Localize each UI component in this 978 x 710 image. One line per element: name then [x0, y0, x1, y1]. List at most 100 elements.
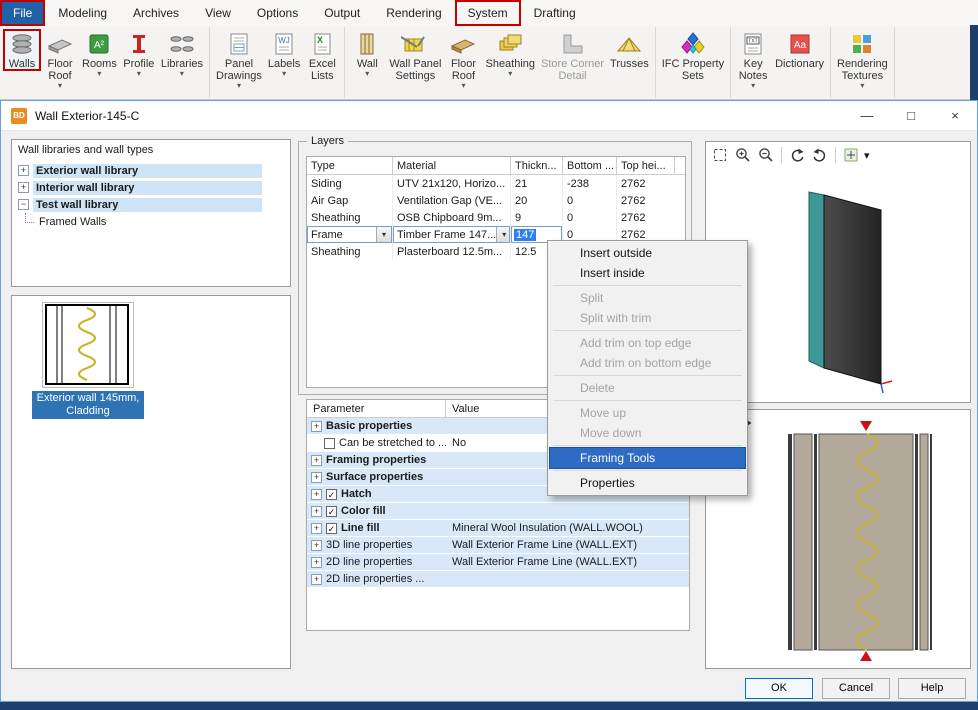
- libraries-button[interactable]: Libraries ▾: [158, 29, 206, 79]
- column-header[interactable]: Bottom ...: [563, 157, 617, 174]
- column-header[interactable]: Thickn...: [511, 157, 563, 174]
- labels-button[interactable]: WJ Labels ▾: [265, 29, 303, 79]
- column-header[interactable]: Material: [393, 157, 511, 174]
- tree-item-framed-walls[interactable]: Framed Walls: [12, 213, 290, 230]
- rotate-right-icon[interactable]: [810, 145, 830, 165]
- layer-top-cell[interactable]: 2762: [617, 192, 675, 209]
- parameter-row[interactable]: +✓Color fill: [307, 503, 689, 520]
- layer-type-cell[interactable]: Sheathing: [307, 209, 393, 226]
- layer-material-cell[interactable]: OSB Chipboard 9m...: [393, 209, 511, 226]
- ctx-add-trim-on-top-edge[interactable]: Add trim on top edge: [550, 333, 745, 353]
- column-header[interactable]: Top hei...: [617, 157, 675, 174]
- tree-item-interior-wall-library[interactable]: + Interior wall library: [12, 179, 290, 196]
- wall-panel-settings-button[interactable]: Wall Panel Settings: [386, 29, 444, 83]
- close-icon[interactable]: ×: [933, 101, 977, 131]
- ctx-properties[interactable]: Properties: [550, 473, 745, 493]
- expand-icon[interactable]: +: [311, 455, 322, 466]
- tree-item-test-wall-library[interactable]: − Test wall library: [12, 196, 290, 213]
- layer-thickness-cell[interactable]: 21: [511, 175, 563, 192]
- ctx-insert-inside[interactable]: Insert inside: [550, 263, 745, 283]
- chevron-down-icon[interactable]: ▾: [864, 149, 870, 162]
- layer-top-cell[interactable]: 2762: [617, 209, 675, 226]
- dictionary-button[interactable]: Aa Dictionary: [772, 29, 827, 71]
- table-row[interactable]: Air Gap Ventilation Gap (VE... 20 0 2762: [307, 192, 685, 209]
- expand-icon[interactable]: +: [18, 182, 29, 193]
- ctx-move-up[interactable]: Move up: [550, 403, 745, 423]
- layer-material-cell[interactable]: UTV 21x120, Horizo...: [393, 175, 511, 192]
- expand-icon[interactable]: +: [18, 165, 29, 176]
- rotate-left-icon[interactable]: [787, 145, 807, 165]
- layer-material-combobox[interactable]: Timber Frame 147... ▾: [393, 226, 510, 243]
- ctx-framing-tools[interactable]: Framing Tools: [550, 448, 745, 468]
- menu-modeling[interactable]: Modeling: [45, 0, 120, 26]
- chevron-down-icon[interactable]: ▾: [376, 227, 391, 242]
- checkbox-checked[interactable]: ✓: [326, 506, 337, 517]
- collapse-icon[interactable]: −: [18, 199, 29, 210]
- menu-options[interactable]: Options: [244, 0, 311, 26]
- store-corner-detail-button[interactable]: Store Corner Detail: [538, 29, 607, 83]
- column-header[interactable]: Parameter: [307, 400, 446, 417]
- ok-button[interactable]: OK: [745, 678, 813, 699]
- expand-icon[interactable]: +: [311, 421, 322, 432]
- floor-roof-settings-button[interactable]: Floor Roof ▾: [444, 29, 482, 91]
- menu-view[interactable]: View: [192, 0, 244, 26]
- profile-button[interactable]: Profile ▾: [120, 29, 158, 79]
- layer-type-cell[interactable]: Siding: [307, 175, 393, 192]
- trusses-button[interactable]: Trusses: [607, 29, 652, 71]
- checkbox-checked[interactable]: ✓: [326, 489, 337, 500]
- chevron-down-icon[interactable]: ▾: [496, 227, 510, 242]
- ctx-delete[interactable]: Delete: [550, 378, 745, 398]
- expand-icon[interactable]: +: [311, 574, 322, 585]
- maximize-icon[interactable]: □: [889, 101, 933, 131]
- help-button[interactable]: Help: [898, 678, 966, 699]
- layer-bottom-cell[interactable]: 0: [563, 192, 617, 209]
- parameter-row[interactable]: +3D line properties Wall Exterior Frame …: [307, 537, 689, 554]
- ctx-add-trim-on-bottom-edge[interactable]: Add trim on bottom edge: [550, 353, 745, 373]
- menu-output[interactable]: Output: [311, 0, 373, 26]
- layer-material-cell[interactable]: Ventilation Gap (VE...: [393, 192, 511, 209]
- layer-type-cell[interactable]: Sheathing: [307, 243, 393, 260]
- rooms-button[interactable]: A² Rooms ▾: [79, 29, 120, 79]
- cancel-button[interactable]: Cancel: [822, 678, 890, 699]
- panel-drawings-button[interactable]: Panel Drawings ▾: [213, 29, 265, 91]
- wall-section-drawing[interactable]: [736, 410, 971, 668]
- table-row[interactable]: Sheathing OSB Chipboard 9m... 9 0 2762: [307, 209, 685, 226]
- zoom-extents-icon[interactable]: [710, 145, 730, 165]
- column-header[interactable]: Value: [446, 403, 485, 415]
- minimize-icon[interactable]: —: [845, 101, 889, 131]
- parameter-row[interactable]: +✓Line fill Mineral Wool Insulation (WAL…: [307, 520, 689, 537]
- menu-drafting[interactable]: Drafting: [521, 0, 589, 26]
- menu-rendering[interactable]: Rendering: [373, 0, 454, 26]
- ctx-split[interactable]: Split: [550, 288, 745, 308]
- floor-roof-button[interactable]: Floor Roof ▾: [41, 29, 79, 91]
- menu-system[interactable]: System: [455, 0, 521, 26]
- walls-button[interactable]: Walls: [3, 29, 41, 71]
- expand-icon[interactable]: +: [311, 557, 322, 568]
- expand-icon[interactable]: +: [311, 489, 322, 500]
- ctx-insert-outside[interactable]: Insert outside: [550, 243, 745, 263]
- rendering-textures-button[interactable]: Rendering Textures ▾: [834, 29, 891, 91]
- sheathing-button[interactable]: Sheathing ▾: [482, 29, 538, 79]
- column-header[interactable]: Type: [307, 157, 393, 174]
- layer-top-cell[interactable]: 2762: [617, 175, 675, 192]
- menu-file[interactable]: File: [0, 0, 45, 26]
- key-notes-button[interactable]: TXT Key Notes ▾: [734, 29, 772, 91]
- wall-type-thumbnail[interactable]: [42, 302, 134, 388]
- tree-item-exterior-wall-library[interactable]: + Exterior wall library: [12, 162, 290, 179]
- menu-archives[interactable]: Archives: [120, 0, 192, 26]
- layer-bottom-cell[interactable]: 0: [563, 209, 617, 226]
- zoom-in-icon[interactable]: [733, 145, 753, 165]
- parameter-row[interactable]: +2D line properties ...: [307, 571, 689, 588]
- layer-material-cell[interactable]: Plasterboard 12.5m...: [393, 243, 511, 260]
- pan-mode-icon[interactable]: [841, 145, 861, 165]
- zoom-out-icon[interactable]: [756, 145, 776, 165]
- layer-thickness-cell[interactable]: 9: [511, 209, 563, 226]
- layer-thickness-cell[interactable]: 20: [511, 192, 563, 209]
- ctx-move-down[interactable]: Move down: [550, 423, 745, 443]
- table-row[interactable]: Siding UTV 21x120, Horizo... 21 -238 276…: [307, 175, 685, 192]
- parameter-row[interactable]: +2D line properties Wall Exterior Frame …: [307, 554, 689, 571]
- ifc-property-sets-button[interactable]: IFC Property Sets: [659, 29, 727, 83]
- checkbox-checked[interactable]: ✓: [326, 523, 337, 534]
- layer-type-combobox[interactable]: Frame ▾: [307, 226, 392, 243]
- checkbox-unchecked[interactable]: [324, 438, 335, 449]
